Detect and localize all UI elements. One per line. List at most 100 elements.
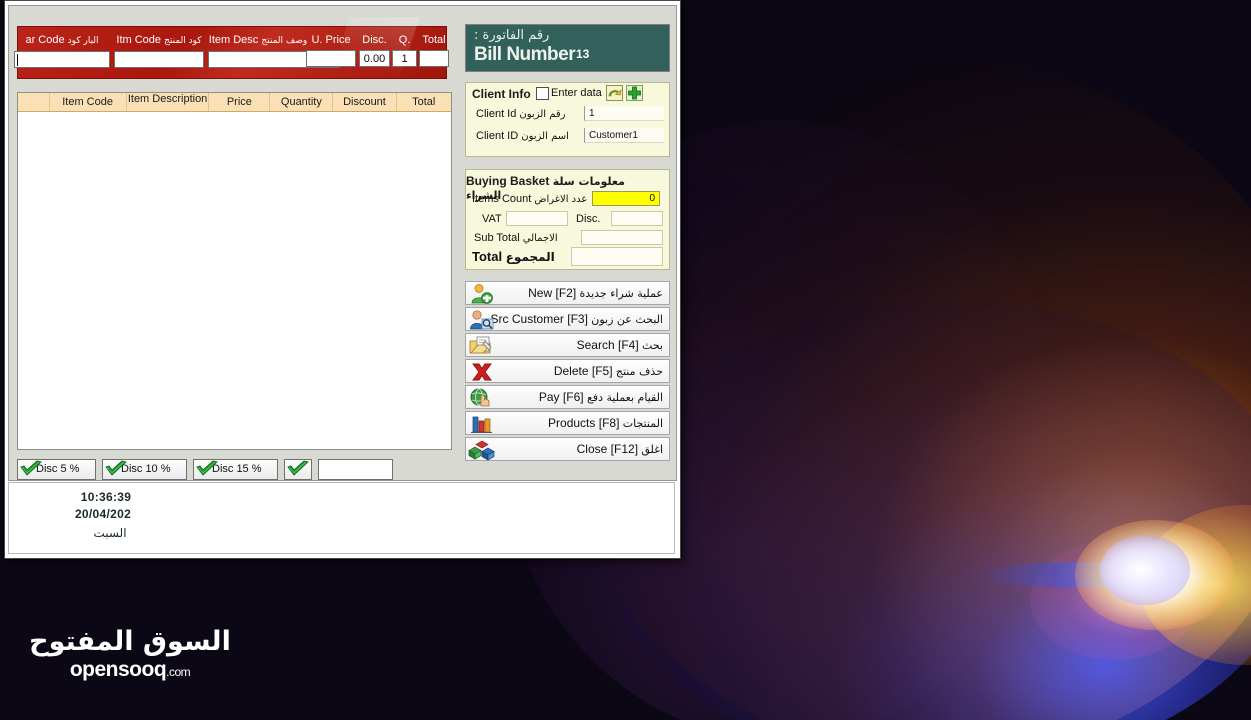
delete-item-key: [F5] (591, 364, 613, 378)
items-table-header-row: Item Code Item Description Price Quantit… (18, 93, 451, 112)
folder-search-icon (468, 335, 496, 357)
client-id-row-label: Client Id رقم الزبون (476, 108, 566, 120)
column-header-item-code[interactable]: Item Code (49, 93, 127, 112)
item-code-input[interactable] (114, 51, 204, 68)
search-label: بحث [F4] Search (577, 338, 663, 352)
entry-label-barcode: ar Code البار كود (14, 34, 110, 47)
item-entry-bar: ar Code البار كود Itm Code كود المنتج It… (14, 26, 449, 79)
total-input (419, 50, 449, 67)
entry-label-item-code-ar: كود المنتج (164, 36, 202, 46)
new-sale-button[interactable]: عملية شراء جديدة [F2] New (465, 281, 670, 305)
client-info-panel: Client Info Enter data Client Id رقم الز… (465, 82, 670, 157)
discount-15-button[interactable]: Disc 15 % (193, 458, 278, 480)
column-header-item-description-text: Item Description (127, 93, 208, 105)
column-header-price[interactable]: Price (208, 93, 271, 112)
entry-label-quantity: Q. (398, 34, 411, 46)
bill-number-title-arabic: رقم الفاتورة : (474, 28, 550, 43)
entry-field-barcode: ar Code البار كود (14, 34, 110, 68)
discount-button-row: Disc 5 % Disc 10 % Disc 15 % (17, 458, 393, 480)
products-label-en: Products (548, 416, 596, 430)
entry-label-item-code: Itm Code كود المنتج (114, 34, 204, 47)
status-footer: 10:36:39 20/04/202 السبت (8, 482, 675, 554)
entry-label-total: Total (422, 34, 446, 46)
discount-10-button[interactable]: Disc 10 % (102, 458, 187, 480)
search-button[interactable]: بحث [F4] Search (465, 333, 670, 357)
apply-custom-discount-button[interactable] (284, 458, 312, 480)
enter-data-label: Enter data (551, 87, 602, 99)
enter-data-checkbox[interactable] (536, 87, 549, 100)
delete-item-button[interactable]: حذف منتج [F5] Delete (465, 359, 670, 383)
new-sale-key: [F2] (555, 286, 577, 300)
search-customer-label-en: Src Customer (490, 312, 564, 326)
column-header-total[interactable]: Total (396, 93, 451, 112)
search-label-ar: بحث (642, 339, 663, 352)
bill-number-panel: رقم الفاتورة : Bill Number 13 (465, 24, 670, 72)
pay-hand-icon (468, 387, 496, 409)
pay-label-ar: القيام بعملية دفع (586, 391, 663, 404)
pay-label-en: Pay (538, 390, 560, 404)
products-label: المنتجات [F8] Products (548, 416, 663, 430)
discount-5-button[interactable]: Disc 5 % (17, 458, 96, 480)
vat-input[interactable] (506, 211, 568, 226)
close-label-en: Close (576, 442, 608, 456)
client-info-title: Client Info (472, 87, 531, 101)
column-header-discount[interactable]: Discount (332, 93, 397, 112)
new-user-icon (468, 283, 496, 305)
background-light-core-inner (1100, 535, 1190, 605)
unit-price-input[interactable] (306, 50, 356, 67)
text-caret (17, 53, 18, 66)
basket-discount-input[interactable] (611, 211, 663, 226)
check-icon (18, 460, 44, 479)
footer-day-name: السبت (93, 526, 127, 540)
close-button[interactable]: اغلق [F12] Close (465, 437, 670, 461)
action-button-list: عملية شراء جديدة [F2] New البحث عن زبون … (465, 281, 670, 461)
pay-button[interactable]: القيام بعملية دفع [F6] Pay (465, 385, 670, 409)
client-name-input[interactable]: Customer1 (584, 128, 664, 143)
entry-field-item-code: Itm Code كود المنتج (114, 34, 204, 68)
discount-input[interactable]: 0.00 (359, 50, 390, 67)
items-count-label: Items Count عدد الاغراض (472, 193, 587, 205)
refresh-arrow-icon[interactable] (606, 85, 623, 106)
client-id-input[interactable]: 1 (584, 106, 664, 121)
entry-label-item-desc-en: Item Desc (208, 34, 259, 46)
watermark-latin: opensooq.com (0, 658, 260, 682)
entry-field-unit-price: U. Price (306, 34, 356, 67)
entry-label-item-desc: Item Desc وصف المنتج (208, 34, 308, 47)
new-sale-label-ar: عملية شراء جديدة (579, 287, 663, 300)
entry-label-item-code-en: Itm Code (116, 34, 162, 46)
column-header-selector[interactable] (18, 93, 50, 112)
bar-chart-icon (468, 413, 496, 435)
bill-number-title-english: Bill Number (474, 44, 576, 65)
column-header-item-description[interactable]: Item Description (126, 93, 210, 112)
search-customer-button[interactable]: البحث عن زبون [F3] Src Customer (465, 307, 670, 331)
buying-basket-panel: Buying Basket معلومات سلة الشراء Items C… (465, 169, 670, 270)
column-header-quantity[interactable]: Quantity (269, 93, 334, 112)
products-button[interactable]: المنتجات [F8] Products (465, 411, 670, 435)
client-name-label-en: Client ID (476, 130, 519, 142)
items-count-value: 0 (592, 191, 660, 206)
items-count-label-ar: عدد الاغراض (534, 194, 588, 205)
basket-total-label: Total المجموع (472, 249, 555, 264)
items-count-label-en: Items Count (472, 193, 532, 205)
close-label: اغلق [F12] Close (577, 442, 663, 456)
items-grid[interactable]: Item Code Item Description Price Quantit… (17, 92, 452, 450)
bill-number-value: 13 (576, 47, 590, 61)
custom-discount-input[interactable] (318, 458, 393, 480)
search-customer-label-ar: البحث عن زبون (591, 313, 663, 326)
entry-label-barcode-en: ar Code (25, 34, 65, 46)
client-id-label-en: Client Id (476, 108, 517, 120)
entry-field-discount: Disc. 0.00 (359, 34, 390, 67)
client-id-label-ar: رقم الزبون (519, 109, 566, 120)
search-customer-key: [F3] (567, 312, 588, 326)
quantity-input[interactable]: 1 (392, 50, 417, 67)
products-key: [F8] (598, 416, 620, 430)
entry-field-item-desc: Item Desc وصف المنتج (208, 34, 340, 68)
subtotal-label: Sub Total الاجمالي (474, 232, 558, 244)
new-sale-label-en: New (528, 286, 553, 300)
check-icon (194, 460, 220, 479)
barcode-input[interactable] (14, 51, 110, 68)
search-customer-icon (468, 309, 496, 331)
buying-basket-title-en: Buying Basket (466, 174, 550, 188)
add-client-plus-icon[interactable] (626, 85, 643, 106)
close-blocks-icon (468, 439, 496, 461)
